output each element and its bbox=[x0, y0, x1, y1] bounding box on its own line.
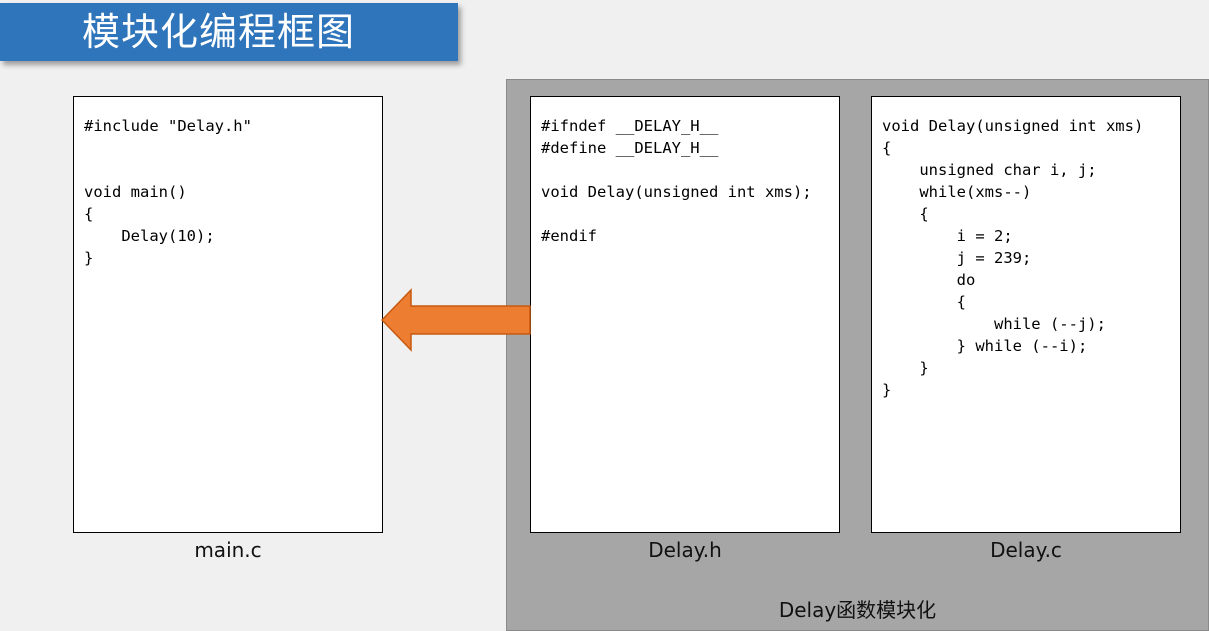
module-group-caption: Delay函数模块化 bbox=[778, 598, 937, 622]
main-c-code-box: #include "Delay.h" void main() { Delay(1… bbox=[73, 96, 383, 533]
delay-c-code-box: void Delay(unsigned int xms) { unsigned … bbox=[871, 96, 1181, 533]
page-title: 模块化编程框图 bbox=[0, 3, 458, 61]
arrow-shape bbox=[380, 288, 531, 352]
left-arrow-icon bbox=[380, 288, 531, 352]
delay-h-code-box: #ifndef __DELAY_H__ #define __DELAY_H__ … bbox=[530, 96, 840, 533]
delay-c-caption: Delay.c bbox=[990, 538, 1062, 562]
delay-h-caption: Delay.h bbox=[648, 538, 722, 562]
main-c-caption: main.c bbox=[194, 538, 262, 562]
